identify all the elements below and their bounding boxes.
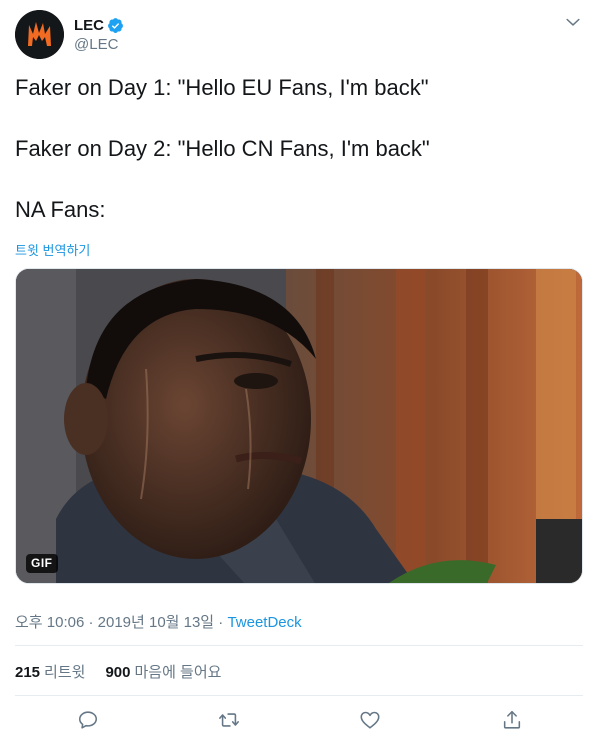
tweet-line: NA Fans:: [15, 197, 106, 222]
retweet-count-label: 리트윗: [44, 664, 86, 681]
tweet-text: Faker on Day 1: "Hello EU Fans, I'm back…: [15, 73, 583, 225]
gif-media[interactable]: GIF: [15, 268, 583, 584]
like-count-label: 마음에 들어요: [134, 664, 222, 681]
verified-badge-icon: [107, 17, 124, 34]
avatar[interactable]: [15, 10, 64, 59]
tweet-line: Faker on Day 2: "Hello CN Fans, I'm back…: [15, 136, 430, 161]
retweet-count-value: 215: [15, 664, 41, 681]
tweet-metadata: 오후 10:06 · 2019년 10월 13일 · TweetDeck: [15, 611, 302, 632]
tweet-timestamp[interactable]: 오후 10:06 · 2019년 10월 13일: [15, 614, 214, 631]
heart-icon[interactable]: [357, 707, 383, 733]
tweet-line: Faker on Day 1: "Hello EU Fans, I'm back…: [15, 75, 429, 100]
meta-separator: ·: [214, 614, 228, 631]
tweet-actions: [15, 707, 583, 733]
gif-badge: GIF: [26, 554, 58, 573]
tweet-source-link[interactable]: TweetDeck: [227, 614, 301, 631]
divider: [15, 645, 583, 646]
like-count[interactable]: 900 마음에 들어요: [105, 661, 221, 682]
retweet-count[interactable]: 215 리트윗: [15, 661, 85, 682]
reply-icon[interactable]: [75, 707, 101, 733]
translate-tweet-link[interactable]: 트윗 번역하기: [15, 240, 90, 259]
chevron-down-icon[interactable]: [563, 12, 583, 32]
display-name[interactable]: LEC: [74, 17, 104, 34]
account-handle[interactable]: @LEC: [74, 36, 124, 53]
tweet-header: LEC @LEC: [15, 10, 583, 60]
tweet-stats: 215 리트윗 900 마음에 들어요: [15, 661, 241, 682]
share-icon[interactable]: [499, 707, 525, 733]
retweet-icon[interactable]: [216, 707, 242, 733]
account-info[interactable]: LEC @LEC: [74, 15, 124, 53]
lec-logo-icon: [15, 10, 64, 59]
gif-image: [16, 269, 582, 583]
like-count-value: 900: [105, 664, 131, 681]
divider: [15, 695, 583, 696]
